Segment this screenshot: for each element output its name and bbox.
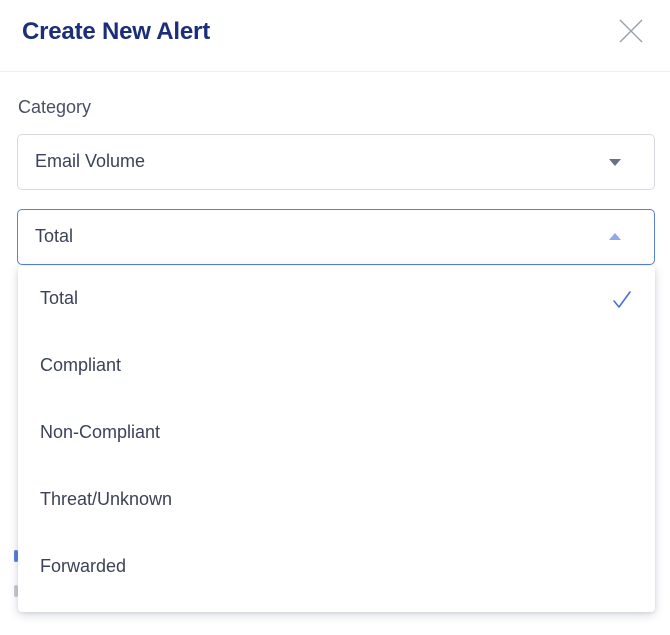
check-icon: [613, 291, 631, 308]
metric-select-value: Total: [35, 226, 74, 246]
modal-header: Create New Alert: [0, 0, 670, 72]
modal-title: Create New Alert: [22, 18, 210, 45]
caret-down-icon: [609, 159, 621, 166]
caret-up-icon: [609, 233, 621, 240]
modal-body: Category Email Volume Total Total Compli…: [0, 73, 670, 635]
option-label: Non-Compliant: [40, 422, 161, 442]
close-icon: [619, 19, 643, 43]
category-select[interactable]: Email Volume: [17, 134, 655, 190]
option-label: Threat/Unknown: [40, 489, 173, 509]
metric-select[interactable]: Total: [17, 209, 655, 265]
dropdown-option-non-compliant[interactable]: Non-Compliant: [18, 400, 655, 467]
dropdown-option-forwarded[interactable]: Forwarded: [18, 534, 655, 601]
category-select-value: Email Volume: [35, 151, 146, 171]
option-label: Forwarded: [40, 556, 127, 576]
close-button[interactable]: [614, 14, 648, 48]
category-label: Category: [18, 97, 92, 117]
metric-dropdown-menu: Total Compliant Non-Compliant Threat/Unk…: [18, 266, 655, 612]
option-label: Total: [40, 288, 79, 308]
dropdown-option-threat-unknown[interactable]: Threat/Unknown: [18, 467, 655, 534]
create-alert-modal: Create New Alert Category Email Volume T…: [0, 0, 670, 635]
dropdown-option-compliant[interactable]: Compliant: [18, 333, 655, 400]
dropdown-option-total[interactable]: Total: [18, 266, 655, 333]
option-label: Compliant: [40, 355, 122, 375]
